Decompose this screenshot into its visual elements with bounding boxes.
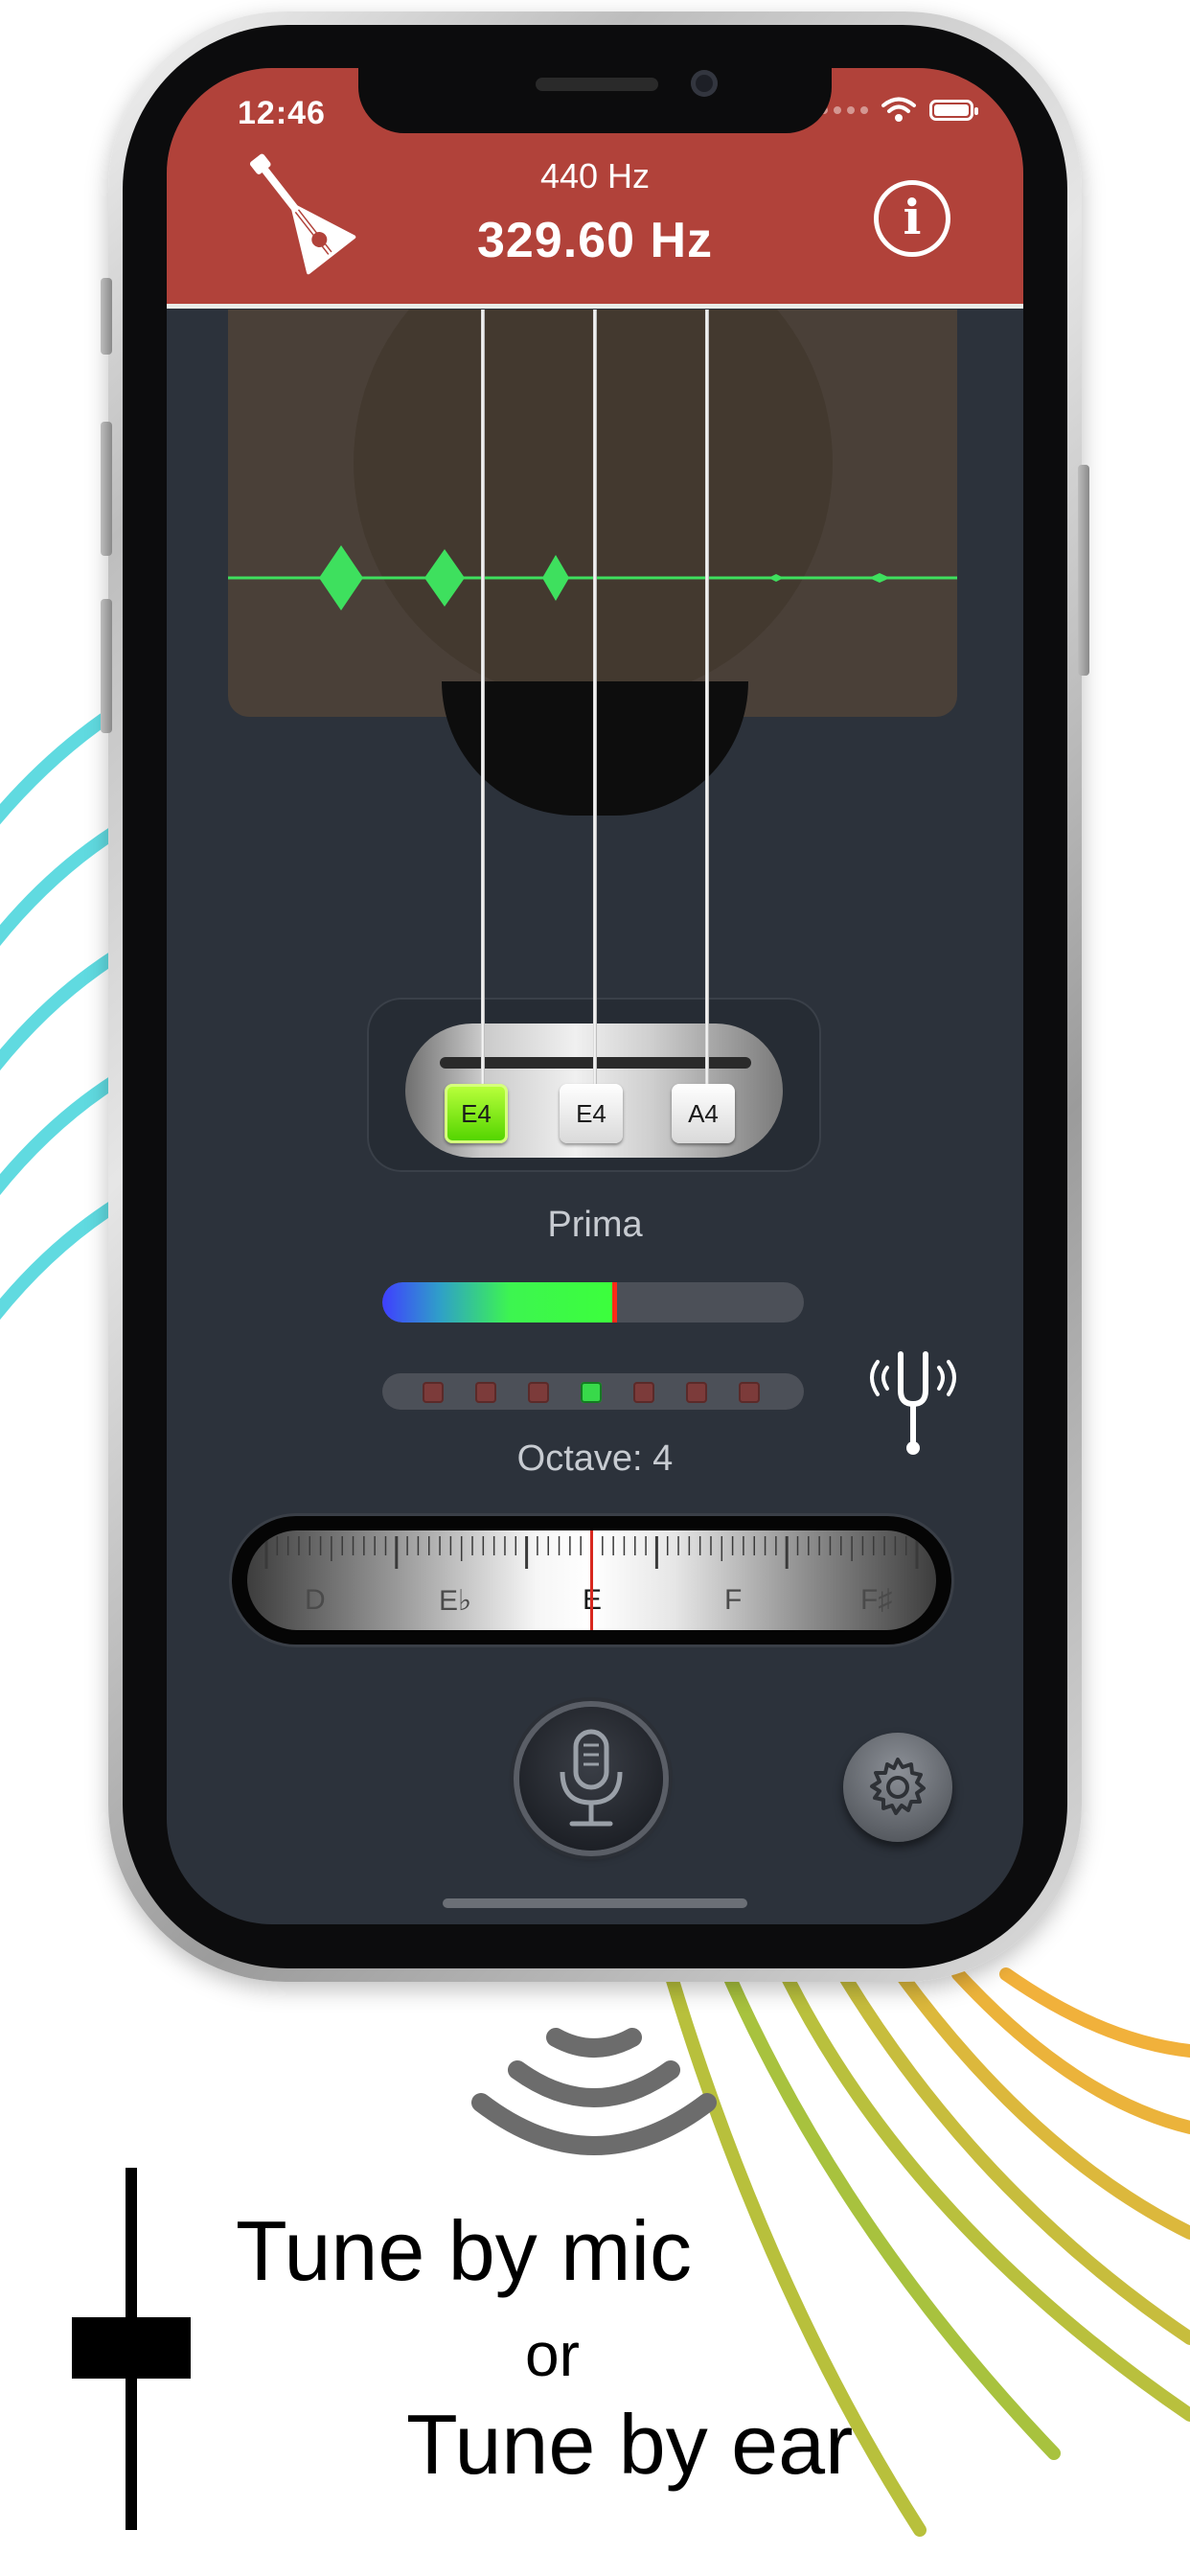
phone-volume-up bbox=[101, 422, 112, 556]
note-scale: D E♭ E F F♯ bbox=[247, 1530, 936, 1630]
front-camera bbox=[691, 70, 718, 97]
promo-line-mic: Tune by mic bbox=[236, 2203, 693, 2298]
tuning-led-1 bbox=[423, 1382, 444, 1403]
tuning-led-4 bbox=[581, 1382, 602, 1403]
scale-note-e-flat: E♭ bbox=[439, 1585, 472, 1617]
phone-mute-switch bbox=[101, 278, 112, 355]
app-screen: 12:46 440 Hz 329.60 Hz i E4 E4 A4 Prima … bbox=[167, 68, 1023, 1924]
tuning-led-7 bbox=[739, 1382, 760, 1403]
status-icons bbox=[820, 97, 978, 124]
sound-waves-icon bbox=[471, 2028, 717, 2155]
promo-line-or: or bbox=[525, 2320, 580, 2389]
cellular-signal-icon bbox=[820, 106, 868, 114]
promo-line-ear: Tune by ear bbox=[406, 2397, 854, 2492]
microphone-button[interactable] bbox=[519, 1707, 663, 1851]
string-2-lower bbox=[593, 998, 597, 1089]
string-select-1[interactable]: E4 bbox=[445, 1084, 508, 1143]
fader-thumb-icon bbox=[72, 2317, 191, 2379]
scale-note-f: F bbox=[724, 1584, 743, 1616]
scale-note-d: D bbox=[305, 1584, 326, 1616]
tuning-led-bar bbox=[382, 1373, 804, 1410]
string-name-label: Prima bbox=[547, 1205, 643, 1245]
tuning-led-6 bbox=[686, 1382, 707, 1403]
scale-note-f-sharp: F♯ bbox=[860, 1584, 893, 1616]
earpiece-speaker bbox=[536, 78, 658, 91]
string-select-3[interactable]: A4 bbox=[672, 1084, 735, 1143]
battery-icon bbox=[929, 100, 978, 121]
settings-button[interactable] bbox=[843, 1733, 952, 1842]
string-3-lower bbox=[705, 998, 709, 1089]
tuning-led-5 bbox=[633, 1382, 654, 1403]
gear-icon bbox=[870, 1758, 926, 1815]
string-select-2[interactable]: E4 bbox=[560, 1084, 623, 1143]
info-button[interactable]: i bbox=[874, 180, 950, 257]
wifi-icon bbox=[881, 97, 916, 122]
home-indicator[interactable] bbox=[443, 1898, 747, 1908]
microphone-icon bbox=[560, 1729, 623, 1827]
phone-volume-down bbox=[101, 599, 112, 733]
status-time: 12:46 bbox=[238, 95, 326, 131]
tuning-led-3 bbox=[528, 1382, 549, 1403]
signal-level-fill bbox=[382, 1282, 614, 1322]
octave-label: Octave: 4 bbox=[516, 1438, 674, 1479]
signal-level-marker bbox=[612, 1282, 617, 1322]
string-1-lower bbox=[481, 998, 485, 1089]
scale-needle bbox=[590, 1530, 593, 1630]
phone-power-button bbox=[1078, 465, 1089, 676]
signal-level-bar bbox=[382, 1282, 804, 1322]
tuning-led-2 bbox=[475, 1382, 496, 1403]
phone-notch bbox=[358, 68, 832, 133]
